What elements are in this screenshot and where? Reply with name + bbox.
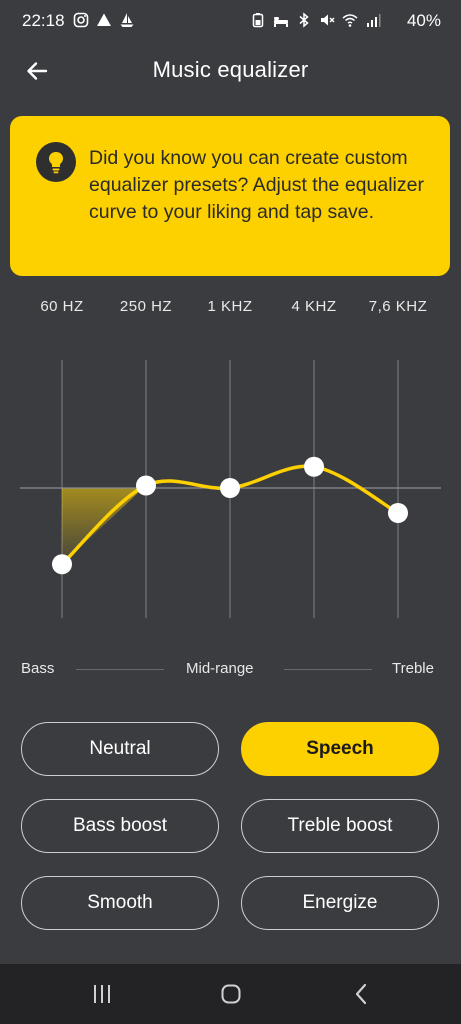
back-icon bbox=[355, 983, 367, 1005]
eq-band-handle[interactable] bbox=[52, 554, 72, 575]
preset-energize[interactable]: Energize bbox=[241, 876, 439, 930]
range-label-mid: Mid-range bbox=[186, 660, 254, 677]
home-button[interactable] bbox=[216, 981, 246, 1007]
range-divider bbox=[76, 669, 164, 670]
drive-icon bbox=[97, 13, 111, 26]
eq-band-handle[interactable] bbox=[304, 456, 324, 477]
battery-saver-icon bbox=[252, 13, 264, 28]
instagram-icon bbox=[73, 12, 89, 28]
recent-apps-icon bbox=[94, 985, 110, 1003]
tip-card: Did you know you can create custom equal… bbox=[10, 116, 450, 276]
home-icon bbox=[221, 984, 241, 1004]
freq-label-4khz: 4 KHZ bbox=[291, 298, 337, 315]
freq-label-250hz: 250 HZ bbox=[119, 298, 173, 315]
signal-icon bbox=[367, 14, 381, 27]
alarm-icon bbox=[274, 17, 288, 27]
eq-band-handle[interactable] bbox=[220, 478, 240, 498]
eq-band-handle[interactable] bbox=[136, 475, 156, 496]
bluetooth-icon bbox=[299, 12, 309, 28]
recent-apps-button[interactable] bbox=[87, 981, 117, 1007]
freq-label-60hz: 60 HZ bbox=[40, 298, 84, 315]
preset-smooth[interactable]: Smooth bbox=[21, 876, 219, 930]
freq-label-7-6khz: 7,6 KHZ bbox=[368, 298, 428, 315]
nav-back-button[interactable] bbox=[346, 981, 376, 1007]
app-bar: Music equalizer bbox=[0, 44, 461, 100]
page-title: Music equalizer bbox=[152, 57, 309, 82]
battery-level: 40% bbox=[406, 11, 441, 30]
freq-label-1khz: 1 KHZ bbox=[207, 298, 253, 315]
equalizer-graph[interactable] bbox=[0, 340, 461, 640]
frequency-labels: 60 HZ 250 HZ 1 KHZ 4 KHZ 7,6 KHZ bbox=[0, 298, 461, 320]
range-label-bass: Bass bbox=[21, 660, 55, 677]
eq-band-handle[interactable] bbox=[388, 503, 408, 523]
preset-speech[interactable]: Speech bbox=[241, 722, 439, 776]
range-divider bbox=[284, 669, 372, 670]
status-time: 22:18 bbox=[22, 11, 65, 30]
range-label-treble: Treble bbox=[392, 660, 434, 677]
sailboat-icon bbox=[120, 13, 134, 27]
preset-neutral[interactable]: Neutral bbox=[21, 722, 219, 776]
status-bar: 22:18 40% bbox=[0, 0, 461, 44]
tip-text: Did you know you can create custom equal… bbox=[89, 147, 424, 223]
navigation-bar bbox=[0, 964, 461, 1024]
lightbulb-icon bbox=[36, 142, 76, 182]
wifi-icon bbox=[342, 14, 358, 27]
preset-bass-boost[interactable]: Bass boost bbox=[21, 799, 219, 853]
range-row: Bass Mid-range Treble bbox=[0, 658, 461, 682]
mute-icon bbox=[321, 14, 335, 26]
preset-treble-boost[interactable]: Treble boost bbox=[241, 799, 439, 853]
